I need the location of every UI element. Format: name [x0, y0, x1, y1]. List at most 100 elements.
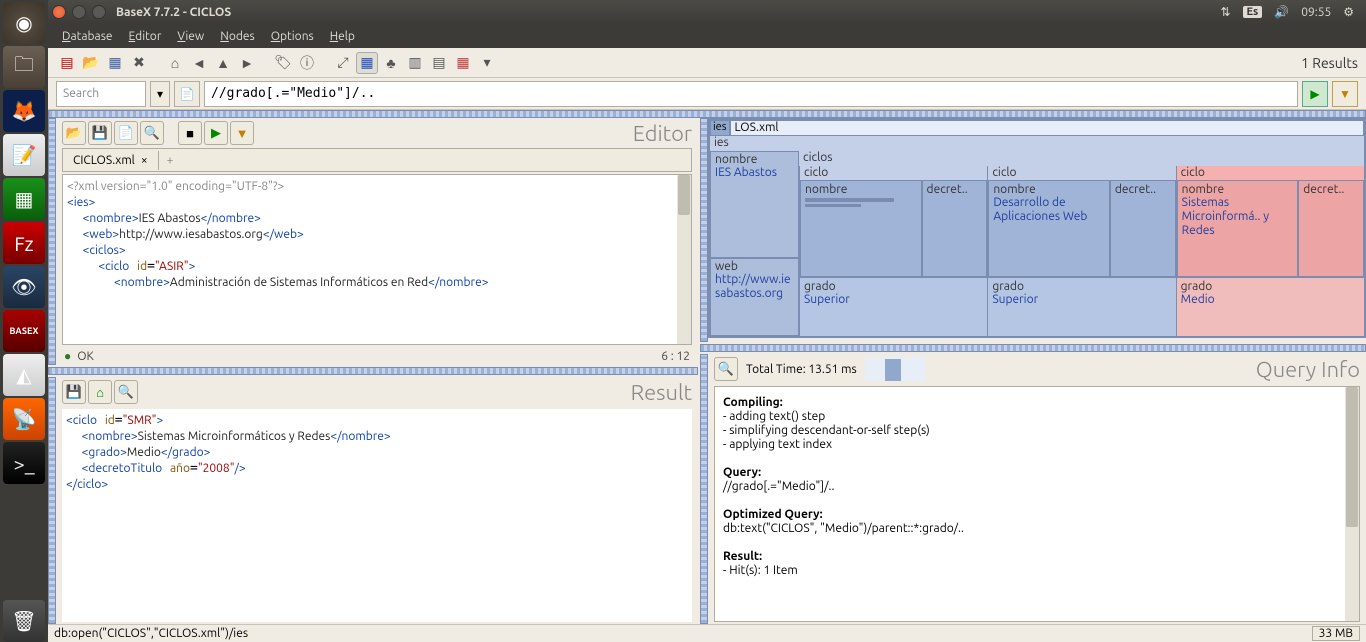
menu-nodes[interactable]: Nodes — [214, 28, 260, 45]
open-icon[interactable]: 📂 — [80, 52, 102, 74]
close-db-icon[interactable]: ✖ — [128, 52, 150, 74]
map-root[interactable]: ies — [710, 136, 1364, 151]
result-code[interactable]: <ciclo id="SMR"> <nombre>Sistemas Microi… — [62, 409, 692, 622]
trash-icon[interactable]: 🗑 — [3, 600, 45, 642]
cursor-pos: 6 : 12 — [661, 350, 690, 363]
editor-save-icon[interactable]: 💾 — [88, 121, 112, 145]
total-time: Total Time: 13.51 ms — [746, 363, 857, 376]
dash-icon[interactable]: ◉ — [3, 2, 45, 44]
hex-icon[interactable]: ◭ — [3, 354, 45, 396]
menubar: Database Editor View Nodes Options Help — [48, 24, 1366, 48]
results-count: 1 Results — [1301, 55, 1358, 71]
status-text: OK — [77, 350, 94, 363]
vruler2[interactable] — [48, 377, 56, 624]
search-mode[interactable]: Search — [56, 81, 146, 107]
qi-scrollbar[interactable] — [1345, 387, 1359, 621]
terminal-icon[interactable]: >_ — [3, 442, 45, 484]
tab-close-icon[interactable]: × — [141, 154, 148, 167]
eog-icon[interactable]: 👁 — [3, 266, 45, 308]
editor-code[interactable]: <?xml version="1.0" encoding="UTF-8"?> <… — [62, 174, 692, 345]
map-ciclo-1[interactable]: ciclo nombre decret.. gradoSuperior — [799, 166, 987, 336]
menu-database[interactable]: Database — [56, 28, 119, 45]
status-ok-icon: ● — [64, 349, 71, 363]
expand-icon[interactable]: ⤢ — [332, 52, 354, 74]
basex-icon[interactable]: BASEX — [3, 310, 45, 352]
qi-body[interactable]: Compiling: - adding text() step - simpli… — [714, 386, 1360, 622]
cols-icon[interactable]: ▥ — [404, 52, 426, 74]
home-icon[interactable]: ⌂ — [164, 52, 186, 74]
editor-title: Editor — [633, 121, 692, 146]
close-button[interactable] — [52, 5, 66, 19]
editor-open-icon[interactable]: 📂 — [62, 121, 86, 145]
forward-icon[interactable]: ► — [236, 52, 258, 74]
calc-icon[interactable]: ▦ — [3, 178, 45, 220]
memory-indicator[interactable]: 33 MB — [1312, 626, 1360, 641]
minimize-button[interactable] — [72, 5, 86, 19]
ruler[interactable] — [48, 110, 1366, 118]
result-title: Result — [631, 380, 692, 405]
new-tab-button[interactable]: + — [159, 151, 182, 170]
treemap-view[interactable]: ies LOS.xml ies nombre IES Abastos web — [708, 118, 1366, 338]
systray: ⇅ Es 🔊 09:55 ⚙ — [1220, 5, 1362, 19]
context-path: db:open("CICLOS","CICLOS.xml")/ies — [54, 627, 248, 640]
hsplitter[interactable] — [48, 367, 698, 375]
editor-search-icon[interactable]: 🔍 — [140, 121, 164, 145]
editor-run-icon[interactable]: ▶ — [204, 121, 228, 145]
map-ciclo-2[interactable]: ciclo nombreDesarrollo de Aplicaciones W… — [987, 166, 1175, 336]
gedit-icon[interactable]: 📝 — [3, 134, 45, 176]
grid-icon[interactable]: ▦ — [104, 52, 126, 74]
app-title: BaseX 7.7.2 - CICLOS — [116, 6, 231, 19]
tag-icon[interactable]: 🏷 — [272, 52, 294, 74]
menu-help[interactable]: Help — [324, 28, 361, 45]
firefox-icon[interactable]: 🦊 — [3, 90, 45, 132]
vruler4[interactable] — [700, 354, 708, 624]
editor-doc-icon[interactable]: 📄 — [114, 121, 138, 145]
result-save-icon[interactable]: 💾 — [62, 380, 86, 404]
map-db[interactable]: ies — [710, 120, 730, 136]
new-db-icon[interactable]: ▤ — [56, 52, 78, 74]
map-view-icon[interactable]: ▦ — [356, 52, 378, 74]
menu-editor[interactable]: Editor — [123, 28, 168, 45]
searchbar: Search ▾ 📄 ▶ ▼ — [48, 78, 1366, 110]
gear-icon[interactable]: ⚙ — [1343, 5, 1354, 19]
sound-icon[interactable]: 🔊 — [1274, 5, 1289, 19]
result-search-icon[interactable]: 🔍 — [114, 380, 138, 404]
maximize-button[interactable] — [92, 5, 106, 19]
menu-view[interactable]: View — [171, 28, 210, 45]
map-ciclo-3-selected[interactable]: ciclo nombreSistemas Microinformá.. y Re… — [1176, 166, 1364, 336]
map-file[interactable]: LOS.xml — [730, 120, 1364, 136]
search-dropdown[interactable]: ▾ — [150, 81, 170, 107]
file-tab[interactable]: CICLOS.xml× — [63, 151, 159, 170]
keyboard-indicator[interactable]: Es — [1243, 6, 1263, 18]
editor-scrollbar[interactable] — [677, 175, 691, 344]
bottombar: db:open("CICLOS","CICLOS.xml")/ies 33 MB — [48, 624, 1366, 642]
editor-filter-icon[interactable]: ▼ — [230, 121, 254, 145]
rss-icon[interactable]: 📡 — [3, 398, 45, 440]
back-icon[interactable]: ◄ — [188, 52, 210, 74]
filter-button[interactable]: ▼ — [1332, 81, 1358, 107]
editor-tabs: CICLOS.xml× + — [62, 148, 692, 172]
titlebar: BaseX 7.7.2 - CICLOS ⇅ Es 🔊 09:55 ⚙ — [48, 0, 1366, 24]
files-icon[interactable]: 🗀 — [3, 46, 45, 88]
rows-icon[interactable]: ▤ — [428, 52, 450, 74]
network-icon[interactable]: ⇅ — [1220, 5, 1230, 19]
unity-launcher: ◉ 🗀 🦊 📝 ▦ Fz 👁 BASEX ◭ 📡 >_ 🗑 — [0, 0, 48, 642]
vruler3[interactable] — [700, 118, 708, 342]
clock[interactable]: 09:55 — [1301, 6, 1331, 19]
qi-chart — [865, 357, 925, 381]
filezilla-icon[interactable]: Fz — [3, 222, 45, 264]
run-query-button[interactable]: ▶ — [1302, 81, 1328, 107]
vruler[interactable] — [48, 118, 56, 365]
tree-icon[interactable]: ♣ — [380, 52, 402, 74]
more-icon[interactable]: ▾ — [476, 52, 498, 74]
menu-options[interactable]: Options — [265, 28, 320, 45]
info-icon[interactable]: ⓘ — [296, 52, 318, 74]
up-icon[interactable]: ▲ — [212, 52, 234, 74]
qi-search-icon[interactable]: 🔍 — [714, 357, 738, 381]
hsplitter2[interactable] — [700, 344, 1366, 352]
doc-icon[interactable]: 📄 — [174, 81, 200, 107]
editor-stop-icon[interactable]: ■ — [178, 121, 202, 145]
result-home-icon[interactable]: ⌂ — [88, 380, 112, 404]
query-input[interactable] — [204, 81, 1298, 107]
table-icon[interactable]: ▦ — [452, 52, 474, 74]
